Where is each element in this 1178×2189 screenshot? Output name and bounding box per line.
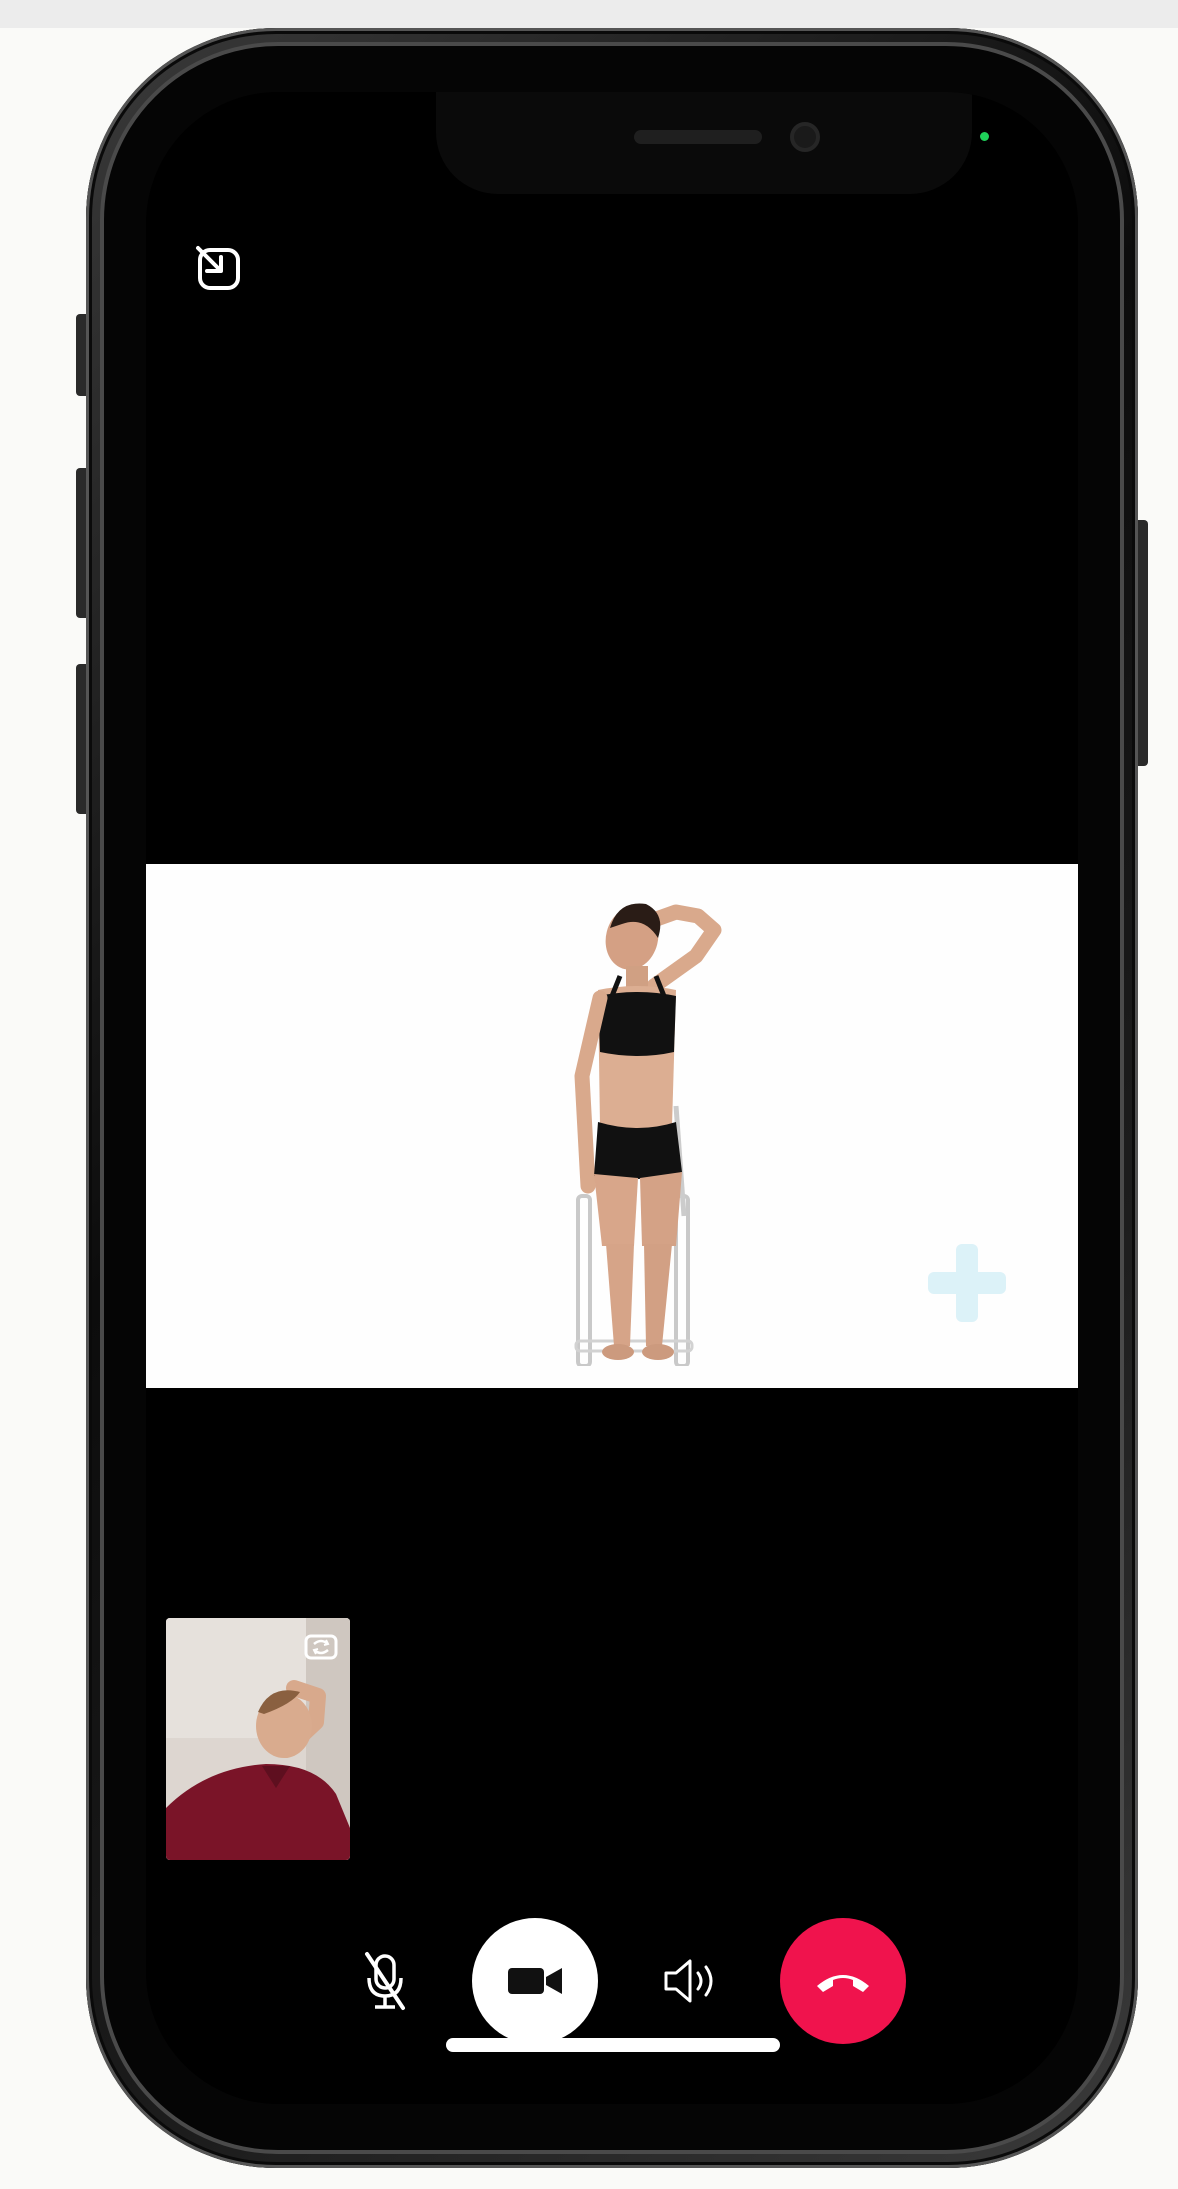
mute-button[interactable] <box>350 1946 420 2016</box>
earpiece-speaker <box>634 130 762 144</box>
front-camera <box>790 122 820 152</box>
pip-exit-icon[interactable] <box>194 244 244 294</box>
window-top-strip <box>0 0 1178 28</box>
speaker-icon <box>664 1959 713 2003</box>
plus-icon <box>928 1244 1006 1322</box>
camera-flip-icon[interactable] <box>302 1628 340 1666</box>
video-toggle-button[interactable] <box>472 1918 598 2044</box>
phone-hangup-icon <box>817 1975 869 1992</box>
phone-frame <box>86 28 1138 2168</box>
home-indicator[interactable] <box>446 2038 780 2052</box>
remote-video <box>146 864 1078 1388</box>
phone-notch <box>436 92 972 194</box>
call-controls <box>146 1918 1078 2048</box>
exercise-demo-figure <box>574 903 722 1366</box>
self-video-preview[interactable] <box>166 1618 350 1860</box>
video-call-screen <box>146 92 1078 2104</box>
mic-off-icon <box>365 1952 405 2010</box>
speaker-button[interactable] <box>654 1946 730 2016</box>
video-camera-icon <box>508 1968 562 1994</box>
end-call-button[interactable] <box>780 1918 906 2044</box>
camera-in-use-indicator <box>980 132 989 141</box>
